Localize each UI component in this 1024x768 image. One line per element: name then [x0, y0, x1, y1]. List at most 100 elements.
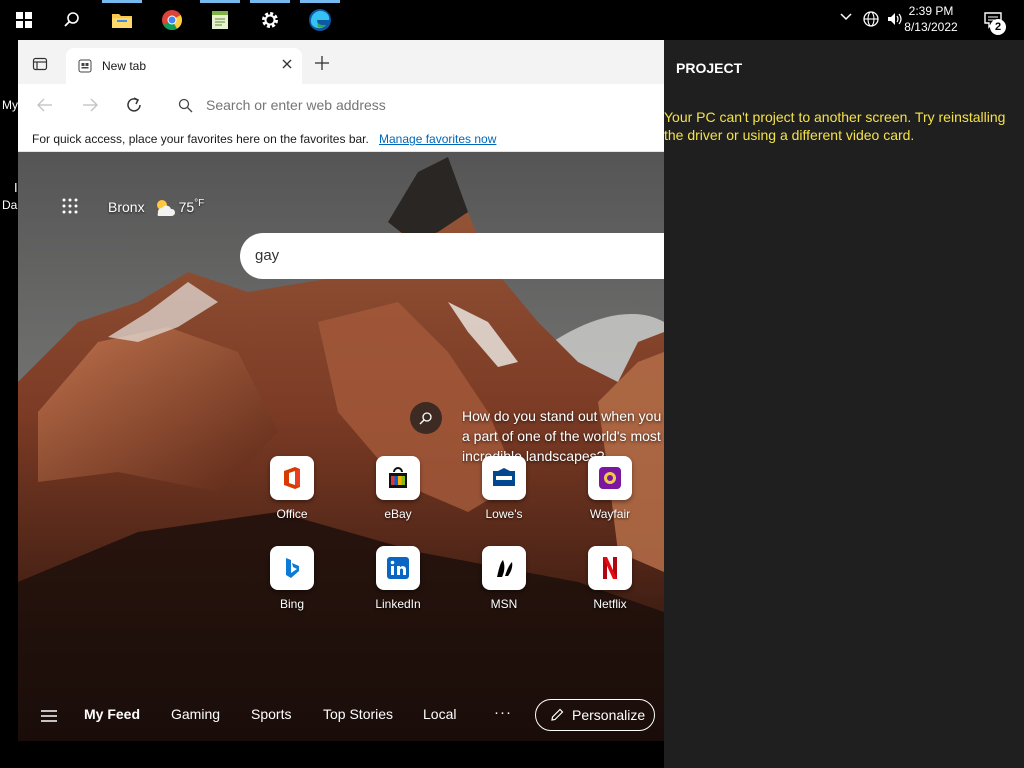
address-input[interactable]: [206, 95, 646, 115]
feed-tab-gaming[interactable]: Gaming: [171, 706, 220, 722]
linkedin-icon: [387, 557, 409, 579]
chrome-icon: [162, 10, 183, 31]
weather-widget[interactable]: Bronx 75 °F: [108, 196, 204, 218]
action-center-button[interactable]: 2: [970, 0, 1016, 40]
quick-link-label: eBay: [384, 507, 412, 521]
quick-link-netflix[interactable]: [588, 546, 632, 590]
feed-tab-sports[interactable]: Sports: [251, 706, 291, 722]
feed-menu-button[interactable]: [40, 709, 58, 728]
address-bar[interactable]: [164, 88, 664, 122]
manage-favorites-link[interactable]: Manage favorites now: [379, 132, 496, 146]
quick-link-label: LinkedIn: [375, 597, 421, 611]
quick-link-office[interactable]: [270, 456, 314, 500]
taskbar: 2:39 PM 8/13/2022 2: [0, 0, 1024, 40]
tab-title: New tab: [102, 59, 147, 73]
quick-link-label: Netflix: [593, 597, 627, 611]
gear-icon: [262, 12, 278, 28]
edge-browser-window: New tab For quick access, place your fav…: [18, 40, 664, 741]
plus-icon: [315, 56, 329, 70]
image-info-button[interactable]: [410, 402, 442, 434]
clock-date: 8/13/2022: [904, 20, 958, 34]
clock[interactable]: 2:39 PM 8/13/2022: [896, 3, 966, 35]
tab-actions-button[interactable]: [32, 56, 48, 77]
image-question-line: How do you stand out when you: [462, 408, 662, 424]
new-tab-page: Bronx 75 °F gay How do you stand out whe…: [18, 152, 664, 741]
pencil-icon: [551, 708, 564, 721]
show-hidden-icons-button[interactable]: [839, 10, 853, 27]
netflix-icon: [603, 557, 617, 579]
quick-link-bing[interactable]: [270, 546, 314, 590]
lowes-icon: [493, 468, 515, 486]
weather-unit: °F: [194, 198, 205, 209]
close-tab-button[interactable]: [280, 57, 294, 76]
feed-tab-my-feed[interactable]: My Feed: [84, 706, 140, 722]
notepad-icon: [212, 11, 228, 29]
chevron-up-icon: [840, 13, 852, 21]
project-pane-title: PROJECT: [676, 60, 743, 76]
partly-sunny-icon: [156, 200, 175, 216]
quick-link-wayfair[interactable]: [588, 456, 632, 500]
edge-button[interactable]: [296, 0, 344, 40]
forward-button[interactable]: [81, 96, 99, 119]
personalize-button[interactable]: Personalize: [535, 699, 655, 731]
edge-icon: [309, 9, 331, 31]
search-icon: [419, 412, 432, 425]
new-tab-page-icon: [78, 59, 92, 73]
network-button[interactable]: [862, 10, 880, 31]
bing-icon: [286, 558, 299, 578]
favorites-bar: For quick access, place your favorites h…: [18, 126, 664, 152]
notepad-app-button[interactable]: [196, 0, 244, 40]
close-icon: [282, 59, 292, 69]
settings-button[interactable]: [246, 0, 294, 40]
search-icon: [178, 98, 193, 113]
new-tab-button[interactable]: [314, 55, 330, 76]
quick-link-label: Bing: [279, 597, 305, 611]
search-icon: [64, 12, 79, 27]
project-pane: PROJECT Your PC can't project to another…: [664, 40, 1024, 768]
office-icon: [284, 467, 300, 489]
apps-launcher-button[interactable]: [62, 198, 78, 219]
notification-badge: 2: [990, 19, 1006, 35]
feed-tab-local[interactable]: Local: [423, 706, 456, 722]
feed-more-button[interactable]: ···: [494, 704, 512, 721]
tab-strip: New tab: [18, 40, 664, 84]
ntp-search-box[interactable]: gay: [240, 233, 664, 279]
navigation-toolbar: [18, 84, 664, 126]
desktop-icon-label-3[interactable]: Da: [2, 198, 17, 212]
clock-time: 2:39 PM: [908, 4, 954, 18]
grid-icon: [62, 198, 78, 214]
feed-tab-top-stories[interactable]: Top Stories: [323, 706, 393, 722]
tab-new-tab[interactable]: New tab: [66, 48, 302, 84]
quick-link-lowes[interactable]: [482, 456, 526, 500]
personalize-label: Personalize: [572, 707, 646, 723]
favorites-bar-hint: For quick access, place your favorites h…: [32, 132, 369, 146]
folder-icon: [112, 14, 132, 28]
arrow-left-icon: [37, 98, 52, 112]
image-question-line: a part of one of the world's most: [462, 428, 661, 444]
quick-link-label: Wayfair: [589, 507, 631, 521]
quick-link-msn[interactable]: [482, 546, 526, 590]
quick-link-label: MSN: [490, 597, 518, 611]
weather-location: Bronx: [108, 199, 145, 215]
quick-link-label: Lowe's: [485, 507, 523, 521]
hamburger-menu-icon: [41, 710, 57, 722]
weather-temperature: 75: [178, 199, 195, 215]
chrome-button[interactable]: [148, 0, 196, 40]
tab-actions-icon: [32, 57, 48, 71]
windows-logo-icon: [16, 12, 32, 28]
search-button[interactable]: [48, 0, 96, 40]
refresh-button[interactable]: [124, 95, 144, 120]
arrow-right-icon: [83, 98, 98, 112]
quick-link-linkedin[interactable]: [376, 546, 420, 590]
globe-network-icon: [863, 11, 879, 27]
ntp-search-input[interactable]: gay: [255, 247, 279, 264]
desktop-icon-label-1[interactable]: My: [2, 98, 18, 112]
back-button[interactable]: [36, 96, 54, 119]
quick-link-ebay[interactable]: [376, 456, 420, 500]
project-error-message: Your PC can't project to another screen.…: [664, 109, 1006, 143]
quick-link-label: Office: [276, 507, 308, 521]
file-explorer-button[interactable]: [98, 0, 146, 40]
start-button[interactable]: [0, 0, 48, 40]
ebay-icon: [389, 467, 407, 488]
refresh-icon: [127, 97, 141, 112]
